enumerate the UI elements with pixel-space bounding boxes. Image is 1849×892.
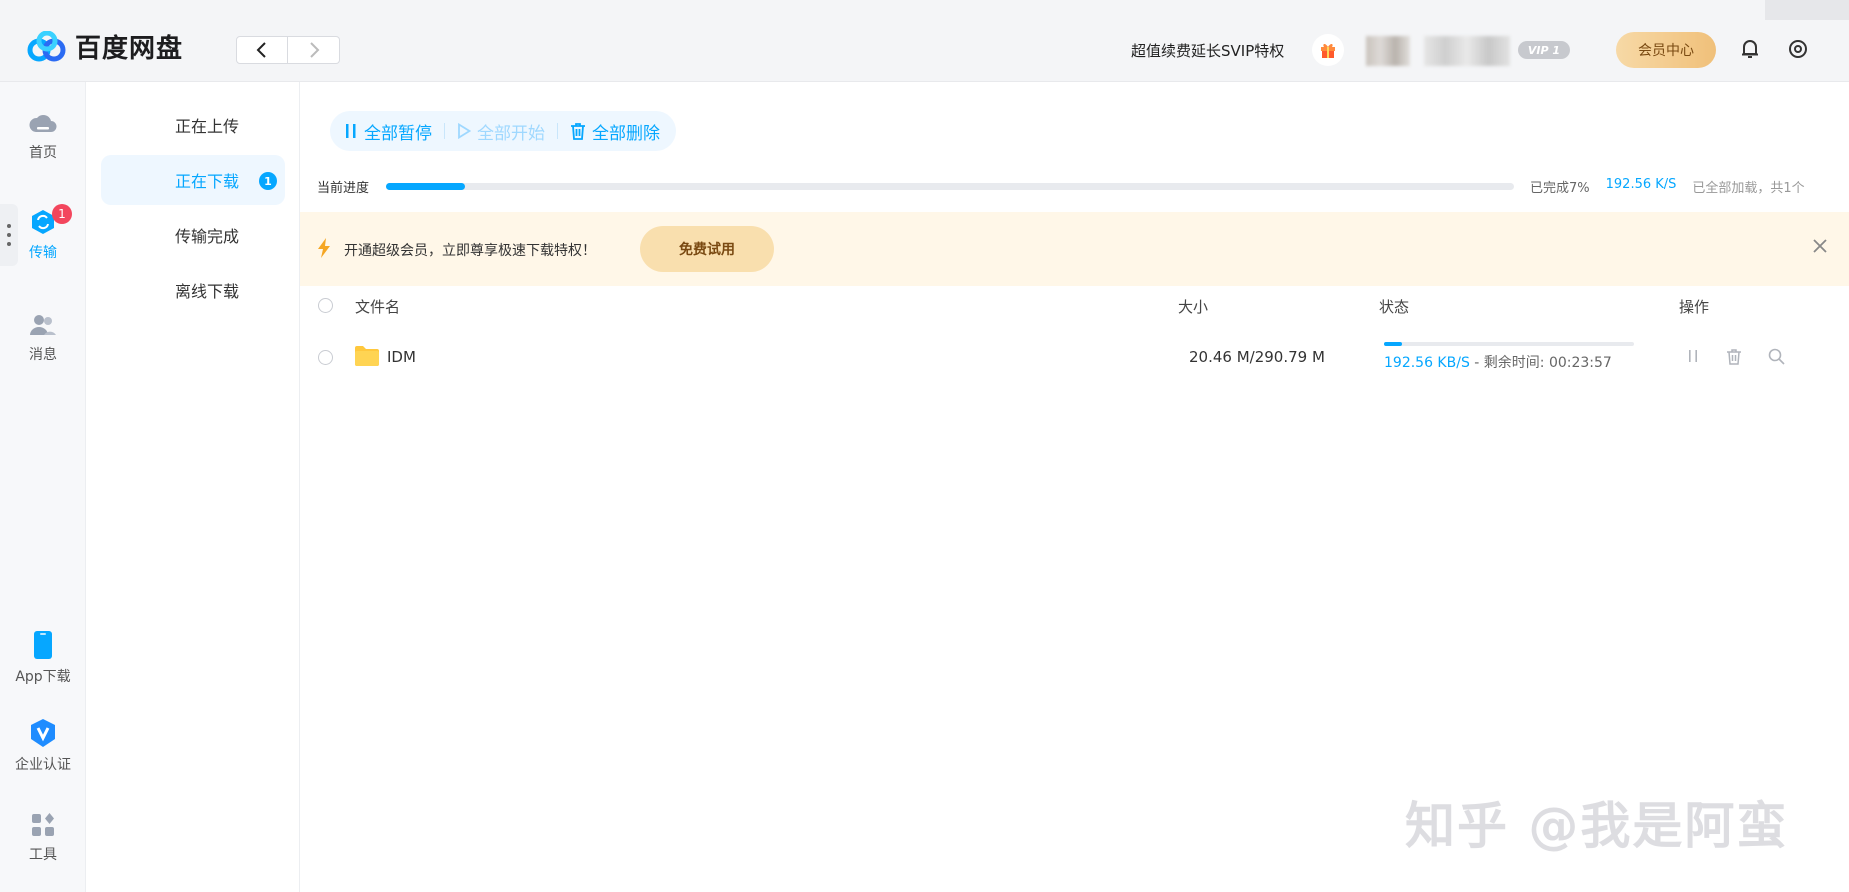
title-bar: 百度网盘 超值续费延长SVIP特权 VIP 1 会员中心 xyxy=(0,0,1849,82)
file-name[interactable]: IDM xyxy=(387,348,416,366)
sidebar-item-label: 首页 xyxy=(29,145,57,161)
vip-level-badge: VIP 1 xyxy=(1518,41,1570,59)
sidebar-item-label: 企业认证 xyxy=(15,757,71,773)
start-all-label: 全部开始 xyxy=(477,123,545,144)
baidu-netdisk-logo-icon xyxy=(27,30,66,61)
sidebar-item-tools[interactable]: 工具 xyxy=(0,812,86,864)
start-all-button[interactable]: 全部开始 xyxy=(457,119,545,144)
cloud-home-icon xyxy=(29,114,57,132)
row-speed: 192.56 KB/S xyxy=(1384,355,1470,371)
subnav-item-uploading[interactable]: 正在上传 xyxy=(101,100,285,150)
subnav-item-label: 正在下载 xyxy=(175,172,240,191)
transfer-subnav: 正在上传 正在下载 1 传输完成 离线下载 xyxy=(86,82,300,892)
loaded-count-text: 已全部加载，共1个 xyxy=(1692,181,1805,196)
notifications-button[interactable] xyxy=(1740,38,1760,64)
delete-all-label: 全部删除 xyxy=(592,123,660,144)
folder-icon xyxy=(355,346,379,366)
subnav-item-label: 传输完成 xyxy=(175,227,240,246)
gift-button[interactable] xyxy=(1312,34,1344,66)
row-remaining-time: - 剩余时间: 00:23:57 xyxy=(1469,355,1612,371)
primary-sidebar: 首页 1 传输 消息 App下载 企业认证 工具 xyxy=(0,82,86,892)
free-trial-button[interactable]: 免费试用 xyxy=(640,226,774,272)
history-nav xyxy=(236,36,340,64)
back-button[interactable] xyxy=(236,36,288,64)
sidebar-item-enterprise[interactable]: 企业认证 xyxy=(0,718,86,774)
column-header-status: 状态 xyxy=(1379,298,1410,316)
toolbar-divider xyxy=(557,123,558,139)
trash-icon xyxy=(571,123,585,140)
close-icon[interactable] xyxy=(1812,238,1828,254)
grid-tools-icon xyxy=(32,813,54,836)
phone-icon xyxy=(34,631,52,659)
overall-progress-fill xyxy=(386,183,465,190)
app-title: 百度网盘 xyxy=(75,34,184,64)
window-controls[interactable] xyxy=(1765,0,1849,20)
transfer-count-badge: 1 xyxy=(52,204,72,224)
subnav-item-label: 离线下载 xyxy=(175,282,240,301)
subnav-item-downloading[interactable]: 正在下载 1 xyxy=(101,155,285,205)
progress-done-text: 已完成7% xyxy=(1530,181,1590,196)
pause-icon xyxy=(346,124,356,138)
progress-info: 已完成7% 192.56 K/S 已全部加载，共1个 xyxy=(1530,177,1805,196)
column-header-actions: 操作 xyxy=(1679,298,1710,316)
watermark-text: 知乎 @我是阿蛮 xyxy=(1405,797,1789,855)
row-delete-icon[interactable] xyxy=(1726,348,1742,365)
sidebar-item-messages[interactable]: 消息 xyxy=(0,312,86,364)
sidebar-item-label: 消息 xyxy=(29,347,57,363)
chevron-left-icon xyxy=(256,42,266,58)
delete-all-button[interactable]: 全部删除 xyxy=(570,119,660,144)
row-progress-fill xyxy=(1384,342,1402,346)
sidebar-item-label: App下载 xyxy=(15,669,71,685)
row-pause-icon[interactable] xyxy=(1685,348,1701,364)
select-all-checkbox[interactable] xyxy=(318,298,333,313)
subnav-item-offline[interactable]: 离线下载 xyxy=(101,265,285,315)
subnav-item-completed[interactable]: 传输完成 xyxy=(101,210,285,260)
bell-icon xyxy=(1742,40,1758,58)
gift-icon xyxy=(1321,43,1335,58)
member-center-button[interactable]: 会员中心 xyxy=(1616,32,1716,68)
sidebar-item-transfer[interactable]: 1 传输 xyxy=(0,204,86,262)
sidebar-item-label: 工具 xyxy=(29,847,57,863)
row-search-icon[interactable] xyxy=(1768,348,1785,365)
subnav-item-label: 正在上传 xyxy=(175,117,240,136)
overall-speed: 192.56 K/S xyxy=(1605,177,1677,192)
table-row[interactable]: IDM 20.46 M/290.79 M 192.56 KB/S - 剩余时间:… xyxy=(300,330,1849,386)
sidebar-item-home[interactable]: 首页 xyxy=(0,110,86,162)
settings-button[interactable] xyxy=(1787,38,1809,64)
download-toolbar: 全部暂停 全部开始 全部删除 xyxy=(330,111,676,151)
downloading-count-badge: 1 xyxy=(259,172,277,190)
table-header: 文件名 大小 状态 操作 xyxy=(300,288,1849,324)
play-icon xyxy=(458,123,471,139)
file-size: 20.46 M/290.79 M xyxy=(1189,348,1325,366)
row-checkbox[interactable] xyxy=(318,350,333,365)
gear-icon xyxy=(1789,40,1807,58)
column-header-size[interactable]: 大小 xyxy=(1178,296,1208,317)
sidebar-item-app-download[interactable]: App下载 xyxy=(0,630,86,686)
column-header-name[interactable]: 文件名 xyxy=(355,296,400,317)
overall-progress-bar xyxy=(386,183,1514,190)
verified-v-icon xyxy=(31,719,55,747)
lightning-icon xyxy=(318,238,330,258)
row-status: 192.56 KB/S - 剩余时间: 00:23:57 xyxy=(1384,352,1612,372)
svip-banner: 开通超级会员，立即尊享极速下载特权！ 免费试用 xyxy=(300,212,1849,286)
avatar[interactable] xyxy=(1366,36,1410,66)
username[interactable] xyxy=(1424,36,1510,66)
chevron-right-icon xyxy=(309,42,319,58)
toolbar-divider xyxy=(444,123,445,139)
sidebar-item-label: 传输 xyxy=(29,245,57,261)
pause-all-label: 全部暂停 xyxy=(364,123,432,144)
app-logo: 百度网盘 xyxy=(27,28,183,65)
forward-button[interactable] xyxy=(288,36,340,64)
row-progress-bar xyxy=(1384,342,1634,346)
people-icon xyxy=(30,315,56,335)
pause-all-button[interactable]: 全部暂停 xyxy=(344,119,432,144)
progress-label: 当前进度 xyxy=(317,181,370,196)
svip-promo-link[interactable]: 超值续费延长SVIP特权 xyxy=(1131,40,1284,61)
banner-text: 开通超级会员，立即尊享极速下载特权！ xyxy=(344,243,596,259)
